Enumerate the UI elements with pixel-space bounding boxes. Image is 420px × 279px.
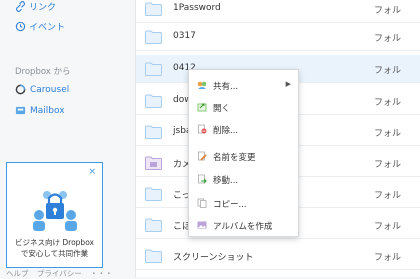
sidebar-link-label: リンク xyxy=(29,3,57,13)
menu-item-label: 共有... xyxy=(213,82,239,92)
file-name: スクリーンショット xyxy=(173,253,254,263)
file-name: 0317 xyxy=(173,31,196,41)
sidebar-item-mailbox[interactable]: Mailbox xyxy=(15,105,65,116)
menu-item-label: 削除... xyxy=(213,126,239,136)
menu-item-rename[interactable]: 名前を変更 xyxy=(189,147,298,165)
file-kind: フォル xyxy=(374,129,402,139)
menu-item-delete[interactable]: 削除... xyxy=(189,120,298,138)
sidebar-footer: ヘルプ プライバシー ・・・ xyxy=(6,268,119,279)
file-kind: フォル xyxy=(374,191,402,201)
menu-item-label: 名前を変更 xyxy=(213,153,256,163)
menu-item-move[interactable]: 移動... xyxy=(189,170,298,188)
menu-item-copy[interactable]: コピー... xyxy=(189,194,298,212)
photos-folder-icon xyxy=(145,156,162,170)
sidebar-item-carousel[interactable]: Carousel xyxy=(15,84,69,95)
file-name: 1Password xyxy=(173,3,221,13)
sidebar-link-events[interactable]: イベント xyxy=(15,20,65,33)
events-icon xyxy=(15,21,26,32)
close-icon[interactable]: × xyxy=(88,167,96,177)
mailbox-icon xyxy=(15,106,26,115)
folder-icon xyxy=(145,2,162,16)
open-icon xyxy=(197,103,207,112)
file-kind: フォル xyxy=(374,222,402,232)
team-lock-illustration-icon xyxy=(33,191,77,231)
file-kind: フォル xyxy=(374,160,402,170)
rename-icon xyxy=(198,151,207,161)
sidebar: リンク イベント Dropbox から Carousel Mailbox × ビ… xyxy=(0,0,135,279)
folder-icon xyxy=(145,30,162,44)
folder-icon xyxy=(145,125,162,139)
folder-icon xyxy=(145,218,162,232)
file-kind: フォル xyxy=(374,34,402,44)
folder-icon xyxy=(145,94,162,108)
menu-item-label: コピー... xyxy=(213,200,247,210)
link-icon xyxy=(15,1,26,12)
submenu-arrow-icon: ▶ xyxy=(285,80,291,88)
file-row[interactable]: スクリーンショット フォル xyxy=(136,242,420,270)
album-icon xyxy=(197,221,207,229)
sidebar-section-title: Dropbox から xyxy=(15,67,71,77)
sidebar-item-label: Carousel xyxy=(30,84,70,95)
promo-line-2: で安心して共同作業 xyxy=(20,249,89,258)
folder-icon xyxy=(145,187,162,201)
sidebar-link-label: イベント xyxy=(29,23,66,33)
copy-icon xyxy=(197,198,207,208)
folder-icon xyxy=(145,62,162,76)
sidebar-link-links[interactable]: リンク xyxy=(15,0,56,13)
file-kind: フォル xyxy=(374,66,402,76)
menu-item-label: 開く xyxy=(213,104,231,114)
menu-item-label: アルバムを作成 xyxy=(213,222,273,232)
carousel-icon xyxy=(15,84,26,95)
menu-item-label: 移動... xyxy=(213,176,239,186)
menu-item-share[interactable]: 共有... ▶ xyxy=(189,76,298,94)
move-icon xyxy=(198,174,207,184)
share-icon xyxy=(197,81,207,89)
context-menu: 共有... ▶ 開く 削除... 名前を変更 移動... コピー... アルバム… xyxy=(188,69,299,237)
folder-icon xyxy=(145,249,162,263)
file-kind: フォル xyxy=(374,6,402,16)
business-promo-panel: × ビジネス向け Dropbox で安心して共同作業 xyxy=(6,162,103,268)
delete-icon xyxy=(198,124,207,134)
file-kind: フォル xyxy=(374,98,402,108)
file-row[interactable]: 1Password フォル xyxy=(136,0,420,23)
menu-item-create-album[interactable]: アルバムを作成 xyxy=(189,216,298,234)
promo-line-1: ビジネス向け Dropbox xyxy=(15,238,94,247)
sidebar-item-label: Mailbox xyxy=(30,105,65,116)
file-row[interactable]: 0317 フォル xyxy=(136,23,420,51)
menu-item-open[interactable]: 開く xyxy=(189,98,298,116)
file-kind: フォル xyxy=(374,253,402,263)
